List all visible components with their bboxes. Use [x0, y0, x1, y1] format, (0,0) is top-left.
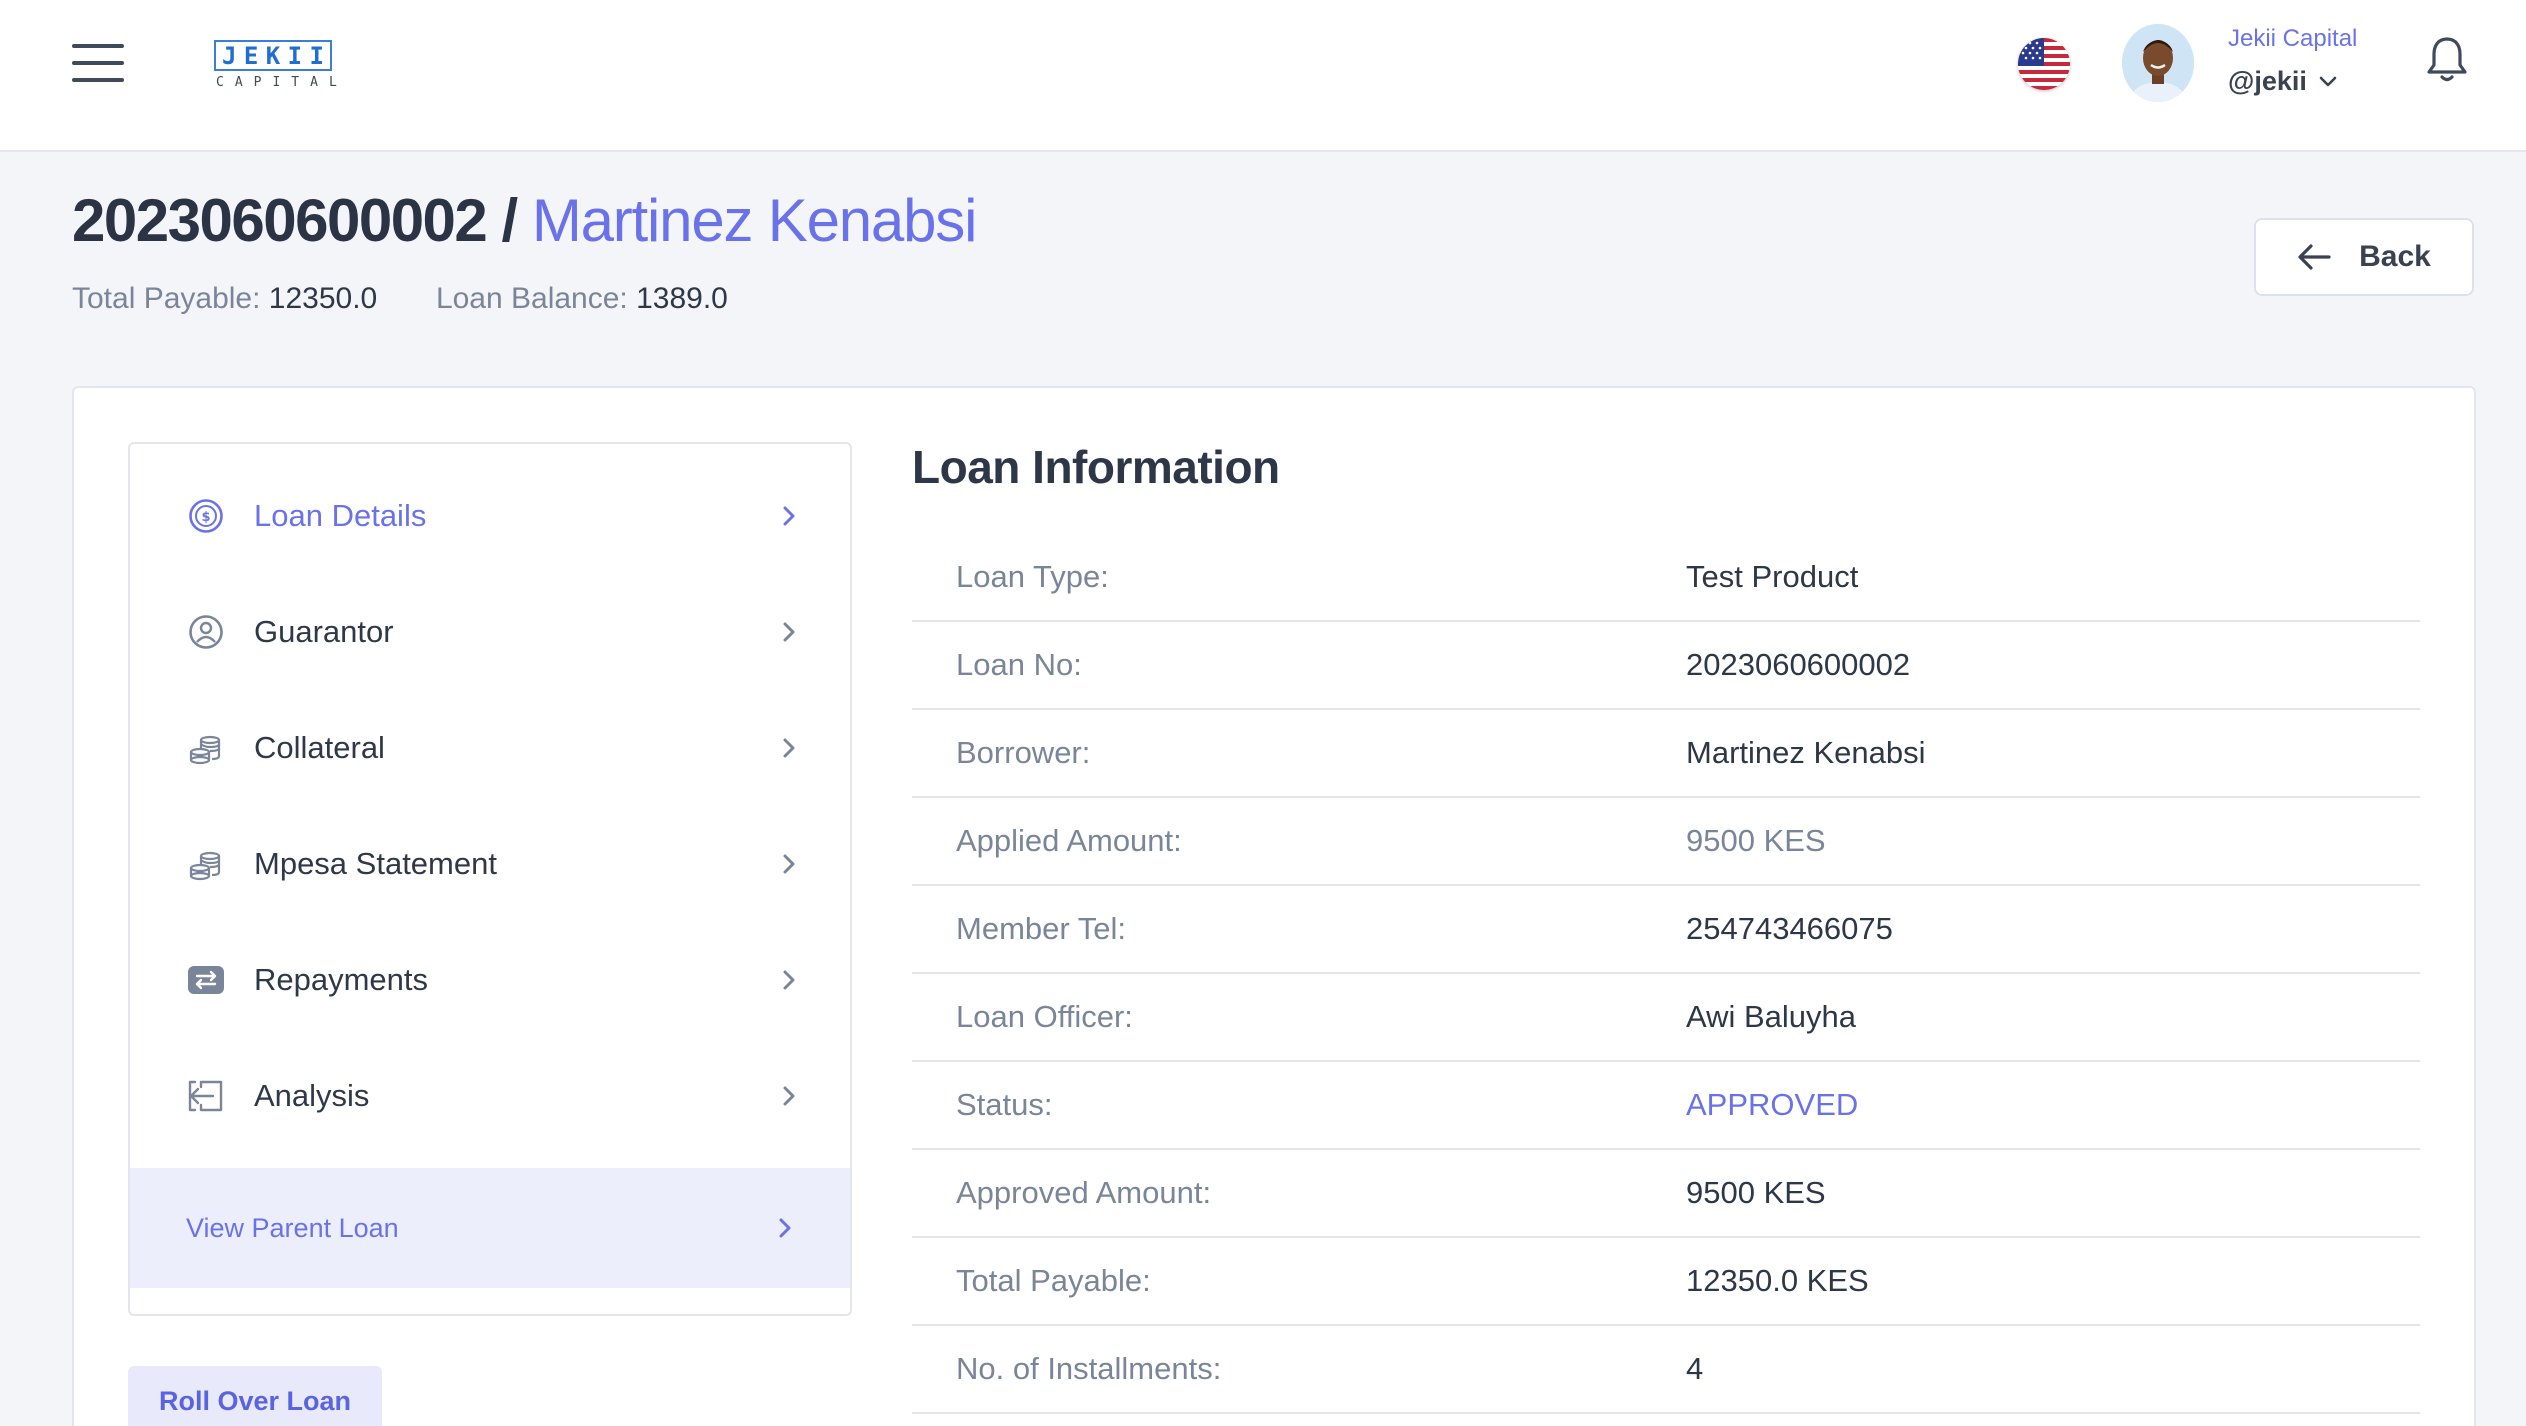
- info-key: Member Tel:: [956, 911, 1126, 946]
- info-row-loan-type: Loan Type: Test Product: [912, 534, 2420, 622]
- coins-stack-icon: [186, 844, 226, 884]
- loan-balance-label: Loan Balance:: [435, 282, 628, 315]
- info-key: Applied Amount:: [956, 823, 1182, 858]
- chevron-right-icon: [783, 506, 795, 526]
- us-flag-icon[interactable]: [2018, 38, 2070, 90]
- menu-item-label: Repayments: [254, 962, 429, 997]
- info-value: Martinez Kenabsi: [1686, 735, 1926, 770]
- total-payable-value: 12350.0: [268, 282, 378, 315]
- total-payable-label: Total Payable:: [72, 282, 261, 315]
- chevron-right-icon: [783, 622, 795, 642]
- info-key: Loan Officer:: [956, 999, 1133, 1034]
- user-avatar[interactable]: [2122, 24, 2194, 102]
- menu-item-label: Loan Details: [254, 498, 427, 533]
- chevron-right-icon: [783, 970, 795, 990]
- info-row-loan-no: Loan No: 2023060600002: [912, 622, 2420, 710]
- info-value: 12350.0 KES: [1686, 1263, 1869, 1298]
- menu-item-repayments[interactable]: Repayments: [130, 922, 850, 1038]
- hamburger-icon[interactable]: [72, 44, 124, 82]
- dollar-circle-icon: $: [186, 496, 226, 536]
- info-row-borrower: Borrower: Martinez Kenabsi: [912, 710, 2420, 798]
- bell-icon[interactable]: [2424, 34, 2470, 84]
- transfer-icon: [186, 960, 226, 1000]
- chevron-right-icon: [779, 1218, 791, 1238]
- info-value: 2023060600002: [1686, 647, 1911, 682]
- chevron-right-icon: [783, 1086, 795, 1106]
- logo-subtitle: CAPITAL: [216, 75, 348, 90]
- menu-item-label: Guarantor: [254, 614, 394, 649]
- menu-item-label: Mpesa Statement: [254, 846, 497, 881]
- info-row-applied-amount: Applied Amount: 9500 KES: [912, 798, 2420, 886]
- loan-information-heading: Loan Information: [912, 441, 1280, 493]
- roll-over-loan-button[interactable]: Roll Over Loan: [128, 1366, 382, 1426]
- chevron-right-icon: [783, 854, 795, 874]
- svg-text:$: $: [201, 510, 210, 525]
- borrower-name-heading: Martinez Kenabsi: [531, 187, 978, 254]
- user-circle-icon: [186, 612, 226, 652]
- info-row-loan-officer: Loan Officer: Awi Baluyha: [912, 974, 2420, 1062]
- loan-side-menu: $ Loan Details Guarantor Collateral Mpes…: [128, 442, 852, 1316]
- page-title: 2023060600002 / Martinez Kenabsi: [72, 186, 978, 255]
- status-badge: APPROVED: [1686, 1087, 1859, 1122]
- info-key: Loan Type:: [956, 559, 1109, 594]
- user-handle-text: @jekii: [2228, 66, 2307, 96]
- sign-in-icon: [186, 1076, 226, 1116]
- info-value: 4: [1686, 1351, 1704, 1386]
- chevron-down-icon: [2319, 76, 2337, 86]
- coins-stack-icon: [186, 728, 226, 768]
- title-separator: /: [501, 187, 518, 254]
- info-value: Test Product: [1686, 559, 1859, 594]
- info-value: 9500 KES: [1686, 1175, 1826, 1210]
- arrow-left-icon: [2298, 244, 2331, 270]
- info-key: No. of Installments:: [956, 1351, 1222, 1386]
- loan-balance-value: 1389.0: [636, 282, 728, 315]
- top-bar: J E K I I CAPITAL Jekii Capital @jekii: [0, 0, 2526, 152]
- view-parent-loan-link[interactable]: View Parent Loan: [130, 1168, 850, 1288]
- info-key: Status:: [956, 1087, 1053, 1122]
- menu-item-guarantor[interactable]: Guarantor: [130, 574, 850, 690]
- menu-item-label: Analysis: [254, 1078, 370, 1113]
- info-key: Total Payable:: [956, 1263, 1151, 1298]
- back-button[interactable]: Back: [2254, 218, 2474, 296]
- menu-item-collateral[interactable]: Collateral: [130, 690, 850, 806]
- user-organization: Jekii Capital: [2228, 25, 2358, 52]
- info-key: Approved Amount:: [956, 1175, 1212, 1210]
- info-row-total-payable: Total Payable: 12350.0 KES: [912, 1238, 2420, 1326]
- info-row-installments: No. of Installments: 4: [912, 1326, 2420, 1414]
- info-key: Borrower:: [956, 735, 1091, 770]
- info-key: Loan No:: [956, 647, 1082, 682]
- logo-wordmark: J E K I I: [214, 40, 332, 71]
- menu-item-mpesa-statement[interactable]: Mpesa Statement: [130, 806, 850, 922]
- jekii-capital-logo[interactable]: J E K I I CAPITAL: [214, 40, 348, 92]
- user-menu[interactable]: Jekii Capital @jekii: [2228, 24, 2378, 97]
- loan-summary: Total Payable: 12350.0 Loan Balance: 138…: [72, 282, 728, 316]
- view-parent-loan-label: View Parent Loan: [186, 1212, 399, 1243]
- info-row-approved-amount: Approved Amount: 9500 KES: [912, 1150, 2420, 1238]
- user-handle[interactable]: @jekii: [2228, 66, 2378, 97]
- back-button-label: Back: [2359, 240, 2431, 273]
- menu-item-label: Collateral: [254, 730, 385, 765]
- chevron-right-icon: [783, 738, 795, 758]
- info-row-member-tel: Member Tel: 254743466075: [912, 886, 2420, 974]
- loan-number-heading: 2023060600002: [72, 187, 488, 254]
- info-row-status: Status: APPROVED: [912, 1062, 2420, 1150]
- menu-item-analysis[interactable]: Analysis: [130, 1038, 850, 1154]
- info-value: Awi Baluyha: [1686, 999, 1857, 1034]
- info-value: 254743466075: [1686, 911, 1893, 946]
- info-value: 9500 KES: [1686, 823, 1826, 858]
- menu-item-loan-details[interactable]: $ Loan Details: [130, 458, 850, 574]
